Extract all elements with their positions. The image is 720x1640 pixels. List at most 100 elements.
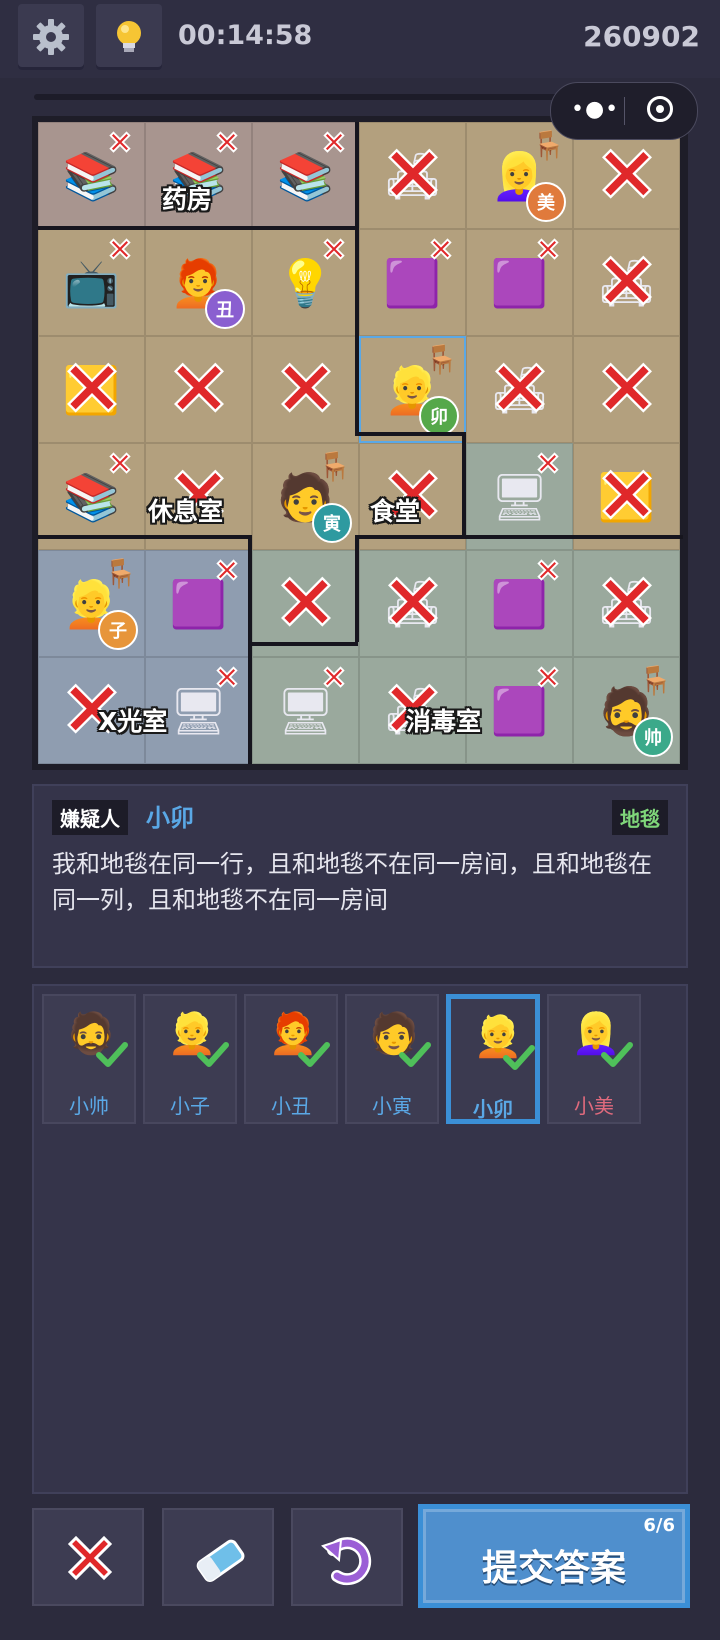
check-icon [601, 1042, 633, 1067]
board-cell-r2c4[interactable]: 🟪 [359, 229, 466, 336]
undo-button[interactable] [291, 1508, 403, 1606]
board-cell-r5c4[interactable]: 🛋 [359, 550, 466, 657]
board-cell-r6c5[interactable]: 🟪 [466, 657, 573, 764]
chair-icon: 🪑 [317, 450, 352, 483]
suspect-tag: 嫌疑人 [52, 800, 128, 835]
board-cell-r4c3[interactable]: 🧑 🪑 寅 [252, 443, 359, 550]
room-wall [462, 535, 683, 539]
submit-label: 提交答案 [481, 1548, 626, 1589]
cross-mark-icon [109, 452, 131, 474]
miniprogram-capsule[interactable]: •●• [550, 82, 698, 140]
board-cell-r3c1[interactable]: 🟨 [38, 336, 145, 443]
cross-mark-icon [387, 576, 438, 627]
board-cell-r5c1[interactable]: 👱 🪑 子 [38, 550, 145, 657]
room-label-canteen: 食堂 [370, 497, 421, 526]
board-cell-r5c2[interactable]: 🟪 [145, 550, 252, 657]
suspect-name: 小子 [170, 1094, 210, 1118]
game-board: 📚📚📚🛋👱‍♀️🪑美📺🧑‍🦰丑💡🟪🟪🛋🟨👱🪑卯🛋📚🧑🪑寅🖥🟨👱🪑子🟪🛋🟪🛋🖥🖥🛋… [32, 116, 688, 770]
suspect-name: 小卯 [473, 1097, 513, 1121]
board-cell-r2c6[interactable]: 🛋 [573, 229, 680, 336]
board-cell-r1c3[interactable]: 📚 [252, 122, 359, 229]
suspect-card-mao[interactable]: 👱 小卯 [446, 994, 540, 1124]
hint-button[interactable] [96, 4, 162, 70]
check-icon [399, 1042, 431, 1067]
chair-icon: 🪑 [103, 557, 138, 590]
room-wall [248, 535, 252, 764]
mark-cross-button[interactable] [32, 1508, 144, 1606]
suspect-name: 小寅 [372, 1094, 412, 1118]
suspect-card-mei[interactable]: 👱‍♀️ 小美 [547, 994, 641, 1124]
board-cell-r3c2[interactable] [145, 336, 252, 443]
capsule-divider [624, 97, 625, 125]
cross-mark-icon [537, 238, 559, 260]
cross-icon [67, 1535, 113, 1581]
cross-mark-icon [216, 559, 238, 581]
suspect-badge: 帅 [633, 717, 673, 757]
room-wall [355, 432, 462, 436]
board-grid: 📚📚📚🛋👱‍♀️🪑美📺🧑‍🦰丑💡🟪🟪🛋🟨👱🪑卯🛋📚🧑🪑寅🖥🟨👱🪑子🟪🛋🟪🛋🖥🖥🛋… [38, 122, 683, 764]
suspect-badge: 丑 [205, 289, 245, 329]
cross-mark-icon [537, 666, 559, 688]
check-icon [298, 1042, 330, 1067]
board-cell-r3c5[interactable]: 🛋 [466, 336, 573, 443]
board-cell-r6c6[interactable]: 🧔 🪑 帅 [573, 657, 680, 764]
suspect-card-chou[interactable]: 🧑‍🦰 小丑 [244, 994, 338, 1124]
board-cell-r3c4[interactable]: 👱 🪑 卯 [359, 336, 466, 443]
board-cell-r4c6[interactable]: 🟨 [573, 443, 680, 550]
more-icon[interactable]: •●• [571, 97, 619, 122]
cross-mark-icon [601, 255, 652, 306]
suspect-badge: 美 [526, 182, 566, 222]
board-cell-r5c6[interactable]: 🛋 [573, 550, 680, 657]
board-cell-r4c1[interactable]: 📚 [38, 443, 145, 550]
submit-count: 6/6 [643, 1515, 675, 1536]
board-cell-r3c3[interactable] [252, 336, 359, 443]
room-wall [462, 432, 466, 539]
close-miniprogram-icon[interactable] [647, 96, 673, 122]
board-cell-r2c3[interactable]: 💡 [252, 229, 359, 336]
board-cell-r1c4[interactable]: 🛋 [359, 122, 466, 229]
settings-button[interactable] [18, 4, 84, 70]
suspect-card-zi[interactable]: 👱 小子 [143, 994, 237, 1124]
board-cell-r2c2[interactable]: 🧑‍🦰 丑 [145, 229, 252, 336]
suspect-card-shuai[interactable]: 🧔 小帅 [42, 994, 136, 1124]
chair-icon: 🪑 [638, 664, 673, 697]
room-wall [38, 226, 359, 230]
suspect-card-yin[interactable]: 🧑 小寅 [345, 994, 439, 1124]
board-cell-r2c1[interactable]: 📺 [38, 229, 145, 336]
cross-mark-icon [280, 362, 331, 413]
submit-answer-button[interactable]: 提交答案 6/6 [418, 1504, 690, 1608]
undo-icon [321, 1537, 372, 1586]
cross-mark-icon [280, 576, 331, 627]
cross-mark-icon [173, 362, 224, 413]
board-cell-r1c5[interactable]: 👱‍♀️ 🪑 美 [466, 122, 573, 229]
board-cell-r6c3[interactable]: 🖥 [252, 657, 359, 764]
suspect-badge: 寅 [312, 503, 352, 543]
cross-mark-icon [537, 452, 559, 474]
room-label-lounge: 休息室 [148, 497, 224, 526]
cross-mark-icon [601, 362, 652, 413]
board-cell-r5c5[interactable]: 🟪 [466, 550, 573, 657]
room-wall [355, 226, 359, 436]
clue-suspect-name: 小卯 [146, 804, 194, 832]
top-bar: 00:14:58 260902 [0, 0, 720, 78]
board-cell-r5c3[interactable] [252, 550, 359, 657]
room-wall [462, 432, 466, 435]
board-cell-r3c6[interactable] [573, 336, 680, 443]
cross-mark-icon [216, 131, 238, 153]
room-wall [355, 535, 359, 642]
cross-mark-icon [601, 148, 652, 199]
clue-panel: 嫌疑人 小卯 地毯 我和地毯在同一行，且和地毯不在同一房间，且和地毯在同一列，且… [32, 784, 688, 968]
suspect-selector: 🧔 小帅 👱 小子 🧑‍🦰 小丑 🧑 小寅 👱 小卯 👱‍♀️ 小美 [32, 984, 688, 1494]
cross-mark-icon [430, 238, 452, 260]
cross-mark-icon [323, 131, 345, 153]
check-icon [96, 1042, 128, 1067]
eraser-icon [196, 1539, 245, 1582]
board-cell-r4c5[interactable]: 🖥 [466, 443, 573, 550]
check-icon [197, 1042, 229, 1067]
board-cell-r2c5[interactable]: 🟪 [466, 229, 573, 336]
suspect-name: 小丑 [271, 1094, 311, 1118]
cross-mark-icon [601, 469, 652, 520]
eraser-button[interactable] [162, 1508, 274, 1606]
board-cell-r1c1[interactable]: 📚 [38, 122, 145, 229]
check-icon [503, 1045, 535, 1070]
